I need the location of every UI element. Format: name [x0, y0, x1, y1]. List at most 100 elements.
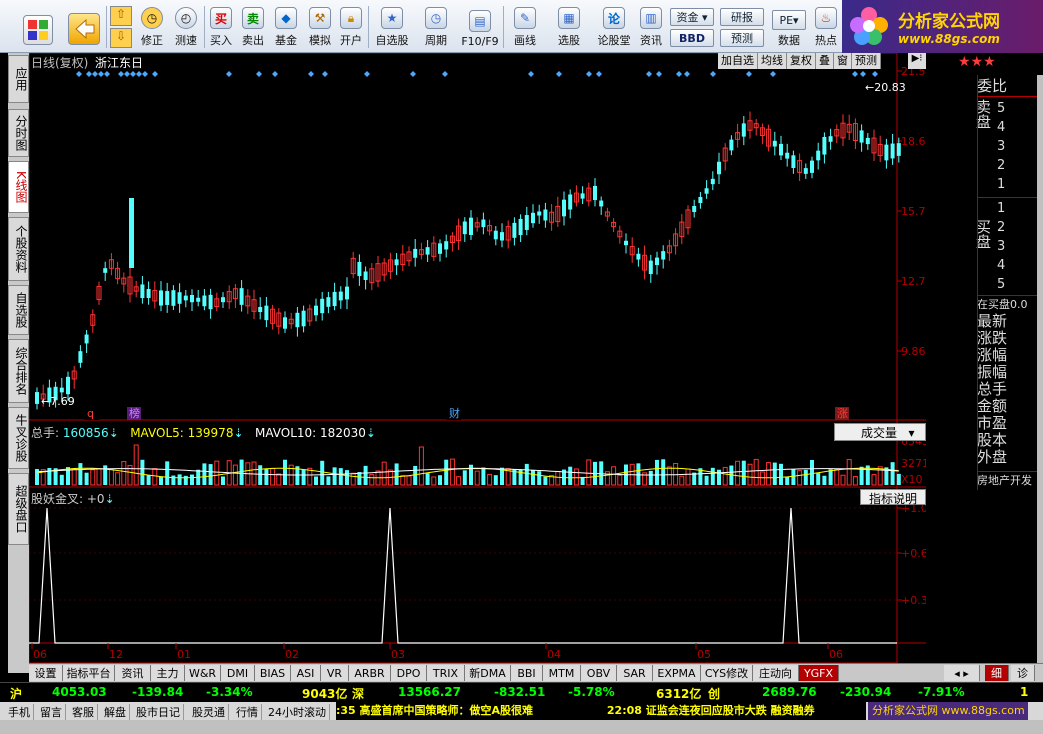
- volume-bar: [59, 474, 64, 485]
- candle-body: [568, 194, 573, 210]
- sell-icon: 卖: [242, 7, 264, 29]
- date-axis-label: 06: [829, 648, 843, 661]
- pick-button[interactable]: ▦ 选股: [550, 2, 588, 50]
- simulate-button[interactable]: ⚒ 模拟: [304, 2, 336, 50]
- indicator-tab-1[interactable]: 指标平台: [63, 665, 115, 681]
- chart-menu-arrow-icon[interactable]: ▶⁝: [908, 53, 926, 69]
- volume-bar: [772, 462, 777, 485]
- candle-body: [66, 376, 70, 395]
- indicator-tab-17[interactable]: EXPMA: [653, 665, 701, 681]
- volume-bar: [183, 475, 188, 485]
- indicator-tab-2[interactable]: 资讯: [115, 665, 151, 681]
- signal-diamond-icon: [152, 71, 158, 77]
- speedtest-button[interactable]: ◴ 测速: [170, 2, 202, 50]
- status-item-6[interactable]: 行情: [236, 704, 262, 720]
- pencil-icon: ✎: [514, 7, 536, 29]
- separator: [503, 6, 504, 48]
- status-item-5[interactable]: 股灵通: [192, 704, 229, 720]
- chart-header-button-4[interactable]: 窗: [834, 53, 852, 69]
- quote-field: 外盘: [977, 448, 1008, 466]
- volume-bar: [159, 476, 163, 485]
- indicator-tab-9[interactable]: ARBR: [349, 665, 391, 681]
- period-button[interactable]: ◷ 周期: [416, 2, 456, 50]
- volume-indicator-select[interactable]: 成交量 ▾: [834, 423, 926, 441]
- news-ticker[interactable]: :35 高盛首席中国策略师：做空A股很难 22:08 证监会连夜回应股市大跌 融…: [336, 702, 866, 720]
- indicator-tab-15[interactable]: OBV: [581, 665, 617, 681]
- volume-bar: [617, 474, 623, 486]
- chart-header-button-1[interactable]: 均线: [758, 53, 787, 69]
- tab-scroll-arrows-icon[interactable]: ◂ ▸: [944, 665, 980, 681]
- status-item-1[interactable]: 留言: [40, 704, 66, 720]
- chart-header-button-5[interactable]: 预测: [852, 53, 881, 69]
- fund-icon: ◆: [275, 7, 297, 29]
- nav-tab-3[interactable]: 个股资料: [8, 217, 29, 281]
- indicator-tab-10[interactable]: DPO: [391, 665, 427, 681]
- draw-button[interactable]: ✎ 画线: [506, 2, 544, 50]
- nav-tab-7[interactable]: 超级盘口: [8, 473, 29, 545]
- indicator-tab-11[interactable]: TRIX: [427, 665, 465, 681]
- news-button[interactable]: ▥ 资讯: [636, 2, 666, 50]
- candle-body: [512, 222, 517, 238]
- sell-button[interactable]: 卖卖出: [238, 2, 268, 50]
- status-item-4[interactable]: 股市日记: [136, 704, 184, 720]
- indicator-tab-5[interactable]: DMI: [221, 665, 255, 681]
- indicator-tab-4[interactable]: W&R: [185, 665, 221, 681]
- down-arrow-icon[interactable]: ⇩: [110, 28, 132, 48]
- indicator-tab-18[interactable]: CYS修改: [701, 665, 753, 681]
- back-button[interactable]: [66, 2, 102, 50]
- indicator-tab-8[interactable]: VR: [321, 665, 349, 681]
- fund-select[interactable]: 资金 ▾: [670, 8, 714, 26]
- volume-bar: [456, 476, 462, 486]
- nav-tab-1[interactable]: 分时图: [8, 109, 29, 157]
- chart-header-button-3[interactable]: 叠: [816, 53, 834, 69]
- volume-bar: [165, 461, 170, 485]
- research-button[interactable]: 研报: [720, 8, 764, 26]
- f10-button[interactable]: ▤ F10/F9: [458, 2, 502, 50]
- status-item-0[interactable]: 手机: [8, 704, 34, 720]
- chart-header-button-2[interactable]: 复权: [787, 53, 816, 69]
- brand-banner: 分析家公式网 www.88gs.com: [842, 0, 1043, 53]
- watchlist-button[interactable]: ★ 自选股: [372, 2, 412, 50]
- indicator-tab-20[interactable]: YGFX: [799, 665, 839, 681]
- indicator-tab-16[interactable]: SAR: [617, 665, 653, 681]
- status-item-7[interactable]: 24小时滚动: [268, 704, 330, 720]
- indicator-tab-12[interactable]: 新DMA: [465, 665, 511, 681]
- nav-tab-2[interactable]: K线图: [8, 161, 29, 213]
- detail-tab-1[interactable]: 诊: [1011, 665, 1035, 681]
- open-account-button[interactable]: 🔒︎ 开户: [336, 2, 366, 50]
- hot-button[interactable]: ♨ 热点: [810, 2, 842, 50]
- right-scrollbar[interactable]: [1037, 75, 1043, 675]
- home-button[interactable]: [20, 2, 56, 50]
- indicator-tab-6[interactable]: BIAS: [255, 665, 291, 681]
- fund-button[interactable]: ◆ 基金: [270, 2, 302, 50]
- indicator-help-button[interactable]: 指标说明: [860, 489, 926, 506]
- indicator-tab-3[interactable]: 主力: [151, 665, 185, 681]
- volume-bar: [828, 469, 833, 485]
- indicator-tab-19[interactable]: 庄动向: [753, 665, 799, 681]
- revise-button[interactable]: ◷ 修正: [136, 2, 168, 50]
- volume-bar: [717, 469, 721, 485]
- data-button[interactable]: 数据: [772, 2, 806, 50]
- forum-button[interactable]: 论论股堂: [594, 2, 634, 50]
- detail-tab-0[interactable]: 细: [985, 665, 1009, 681]
- nav-tab-0[interactable]: 应用: [8, 55, 29, 103]
- up-arrow-icon[interactable]: ⇧: [110, 6, 132, 26]
- indicator-tab-0[interactable]: 设置: [29, 665, 63, 681]
- volume-bar: [357, 472, 362, 485]
- nav-tab-4[interactable]: 自选股: [8, 285, 29, 335]
- volume-bar: [338, 468, 343, 485]
- volume-bar: [816, 473, 821, 485]
- status-item-2[interactable]: 客服: [72, 704, 98, 720]
- indicator-tab-7[interactable]: ASI: [291, 665, 321, 681]
- chart-header-button-0[interactable]: 加自选: [718, 53, 758, 69]
- status-item-3[interactable]: 解盘: [104, 704, 130, 720]
- indicator-tab-14[interactable]: MTM: [543, 665, 581, 681]
- bbd-button[interactable]: BBD: [670, 29, 714, 47]
- signal-diamond-icon: [92, 71, 98, 77]
- candle-body: [865, 137, 870, 145]
- nav-tab-5[interactable]: 综合排名: [8, 339, 29, 403]
- forecast-button[interactable]: 预测: [720, 29, 764, 47]
- buy-button[interactable]: 买买入: [206, 2, 236, 50]
- nav-tab-6[interactable]: 牛叉诊股: [8, 407, 29, 469]
- indicator-tab-13[interactable]: BBI: [511, 665, 543, 681]
